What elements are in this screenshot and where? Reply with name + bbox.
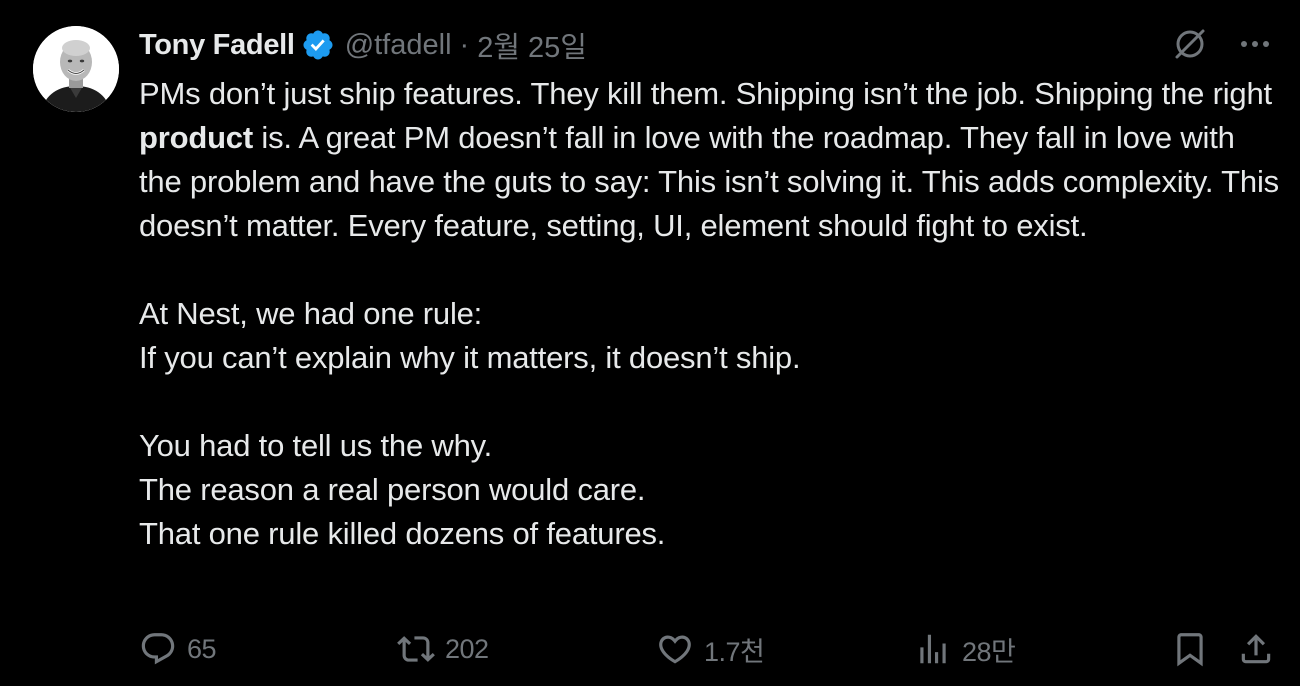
avatar-photo bbox=[33, 26, 119, 112]
author-avatar[interactable] bbox=[33, 26, 119, 112]
views-button[interactable]: 28만 bbox=[914, 625, 1016, 673]
retweet-count: 202 bbox=[445, 633, 489, 664]
tweet-text-segment: PMs don’t just ship features. They kill … bbox=[139, 76, 1272, 111]
share-button[interactable] bbox=[1237, 625, 1275, 673]
tweet-line: The reason a real person would care. bbox=[139, 472, 646, 507]
share-icon bbox=[1237, 630, 1275, 668]
more-icon[interactable] bbox=[1238, 27, 1272, 66]
author-name[interactable]: Tony Fadell bbox=[139, 29, 295, 62]
tweet-line: That one rule killed dozens of features. bbox=[139, 516, 666, 551]
tweet-line: If you can’t explain why it matters, it … bbox=[139, 340, 801, 375]
tweet-paragraph-1: PMs don’t just ship features. They kill … bbox=[139, 72, 1279, 248]
views-icon bbox=[914, 630, 952, 668]
tweet-date[interactable]: 2월 25일 bbox=[477, 24, 587, 66]
retweet-button[interactable]: 202 bbox=[397, 625, 489, 673]
verified-badge-icon[interactable] bbox=[301, 28, 335, 62]
tweet-text-segment: is. A great PM doesn’t fall in love with… bbox=[139, 120, 1279, 243]
reply-icon bbox=[139, 630, 177, 668]
grok-slash-icon[interactable] bbox=[1172, 26, 1208, 67]
tweet-bold-word: product bbox=[139, 120, 253, 155]
retweet-icon bbox=[397, 630, 435, 668]
reply-count: 65 bbox=[187, 633, 217, 664]
like-count: 1.7천 bbox=[704, 636, 765, 667]
tweet-line: You had to tell us the why. bbox=[139, 428, 493, 463]
author-handle[interactable]: @tfadell bbox=[345, 29, 452, 62]
bookmark-button[interactable] bbox=[1171, 625, 1209, 673]
tweet-text: PMs don’t just ship features. They kill … bbox=[139, 72, 1279, 556]
tweet[interactable]: Tony Fadell @tfadell · 2월 25일 PMs don’t … bbox=[0, 0, 1300, 686]
like-icon bbox=[656, 630, 694, 668]
bookmark-icon bbox=[1171, 630, 1209, 668]
views-count: 28만 bbox=[962, 636, 1016, 667]
tweet-actions: 65 202 1.7천 28만 bbox=[139, 625, 1279, 673]
top-right-controls bbox=[1172, 26, 1272, 67]
like-button[interactable]: 1.7천 bbox=[656, 625, 765, 673]
tweet-line: At Nest, we had one rule: bbox=[139, 296, 483, 331]
header-separator: · bbox=[459, 28, 470, 61]
reply-button[interactable]: 65 bbox=[139, 625, 217, 673]
tweet-header: Tony Fadell @tfadell · 2월 25일 bbox=[139, 22, 587, 68]
